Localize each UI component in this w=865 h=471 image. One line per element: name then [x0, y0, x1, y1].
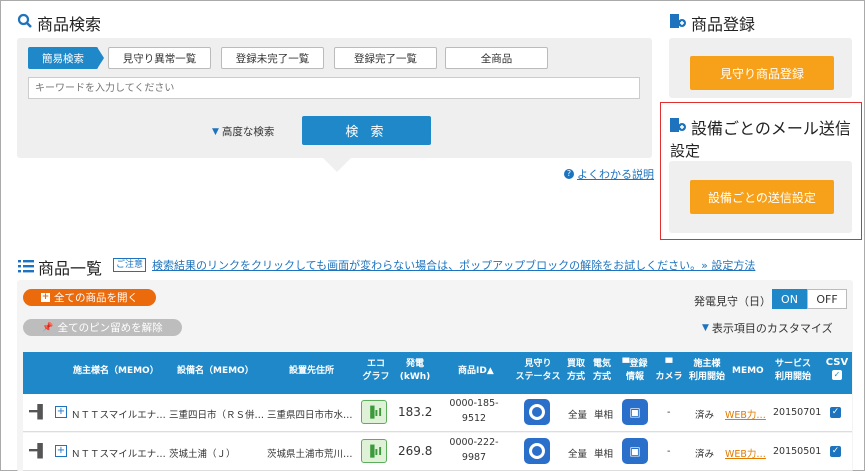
col-owner-use-start[interactable]: 施主様 利用開始 — [686, 358, 728, 384]
panel-pointer — [323, 158, 351, 172]
advanced-search-toggle[interactable]: ▼ 高度な検索 — [212, 124, 274, 139]
tab-watch-anomaly[interactable]: 見守り異常一覧 — [108, 47, 211, 69]
watch-product-register-button[interactable]: 見守り商品登録 — [690, 56, 834, 90]
product-id-cell[interactable]: 0000-185- 9512 — [449, 398, 499, 424]
generation-cell: 183.2 — [398, 405, 433, 419]
tab-all-products[interactable]: 全商品 — [445, 47, 548, 69]
buy-method-cell: 全量 — [568, 410, 588, 421]
owner-use-cell: 済み — [695, 410, 715, 421]
col-service-start[interactable]: サービス 利用開始 — [767, 358, 819, 384]
col-generation[interactable]: 発電 (kWh) — [397, 358, 433, 384]
col-owner[interactable]: 施主様名（MEMO） — [73, 365, 159, 378]
toggle-off[interactable]: OFF — [807, 289, 847, 309]
watch-status-icon[interactable] — [524, 438, 550, 464]
service-start-cell: 20150701 — [773, 407, 822, 418]
table-row[interactable]: ━▌ + ＮＴＴスマイルエナ… 茨城土浦（Ｊ） 茨城県土浦市荒川… ▐ıl 26… — [23, 433, 852, 471]
help-link[interactable]: ? よくわかる説明 — [564, 166, 654, 182]
buy-method-cell: 全量 — [568, 449, 588, 460]
per-equipment-send-settings-button[interactable]: 設備ごとの送信設定 — [690, 180, 834, 214]
chevron-down-icon: ▼ — [702, 323, 709, 333]
list-section-title: 商品一覧 — [18, 255, 102, 279]
location-cell: 三重県四日市市水… — [267, 410, 353, 421]
equipment-cell[interactable]: 茨城土浦（Ｊ） — [169, 446, 265, 460]
power-watch-label: 発電見守（日） — [694, 295, 771, 308]
eco-graph-icon[interactable]: ▐ıl — [361, 439, 387, 463]
question-icon: ? — [564, 169, 574, 179]
popup-block-notice-link[interactable]: 検索結果のリンクをクリックしても画面が変わらない場合は、ポップアップブロックの解… — [152, 257, 755, 273]
expand-icon[interactable]: + — [55, 406, 67, 418]
col-product-id[interactable]: 商品ID▲ — [458, 365, 494, 378]
owner-use-cell: 済み — [695, 449, 715, 460]
tab-registration-incomplete[interactable]: 登録未完了一覧 — [221, 47, 324, 69]
tab-simple-search[interactable]: 簡易検索 — [28, 47, 98, 69]
memo-cell[interactable]: WEB力… — [725, 407, 766, 421]
csv-checkbox[interactable]: ✓ — [830, 407, 841, 418]
col-camera: ▀ カメラ — [655, 359, 683, 382]
toggle-on[interactable]: ON — [772, 289, 807, 309]
list-icon — [18, 258, 34, 277]
col-watch-status[interactable]: 見守り ステータス — [512, 358, 564, 384]
csv-checkbox[interactable]: ✓ — [830, 446, 841, 457]
owner-cell[interactable]: ＮＴＴスマイルエナ… — [71, 446, 169, 460]
expand-icon[interactable]: + — [55, 445, 67, 457]
register-icon — [669, 13, 687, 33]
equipment-cell[interactable]: 三重四日市（ＲＳ併… — [169, 407, 265, 421]
notice-badge: ご注意 — [113, 258, 147, 272]
col-registration-info: ▀登録 情報 — [622, 359, 648, 382]
generation-cell: 269.8 — [398, 444, 433, 458]
table-row[interactable]: ━▌ + ＮＴＴスマイルエナ… 三重四日市（ＲＳ併… 三重県四日市市水… ▐ıl… — [23, 394, 852, 432]
search-icon — [17, 13, 33, 33]
pin-toggle-icon[interactable]: ━▌ — [29, 404, 48, 420]
col-buy-method[interactable]: 買取 方式 — [565, 358, 587, 384]
mail-section-title-cont: 設定 — [670, 142, 701, 160]
service-start-cell: 20150501 — [773, 446, 822, 457]
pin-toggle-icon[interactable]: ━▌ — [29, 443, 48, 459]
unpin-all-button[interactable]: 📌 全てのピン留めを解除 — [23, 319, 182, 336]
registration-info-icon[interactable]: ▣ — [622, 438, 648, 464]
mail-settings-icon — [669, 117, 687, 137]
location-cell: 茨城県土浦市荒川… — [267, 449, 353, 460]
col-eco-graph: エコ グラフ — [362, 359, 390, 382]
plus-icon: + — [41, 292, 50, 302]
tab-registration-complete[interactable]: 登録完了一覧 — [334, 47, 437, 69]
col-elec-method[interactable]: 電気 方式 — [591, 358, 613, 384]
product-id-cell[interactable]: 0000-222- 9987 — [449, 437, 499, 463]
camera-cell: - — [667, 407, 671, 418]
eco-graph-icon[interactable]: ▐ıl — [361, 400, 387, 424]
watch-status-icon[interactable] — [524, 399, 550, 425]
col-memo[interactable]: MEMO — [732, 365, 764, 378]
register-section-title: 商品登録 — [669, 11, 755, 35]
registration-info-icon[interactable]: ▣ — [622, 399, 648, 425]
col-location[interactable]: 設置先住所 — [289, 365, 334, 378]
pin-icon: 📌 — [42, 322, 54, 333]
owner-cell[interactable]: ＮＴＴスマイルエナ… — [71, 407, 169, 421]
memo-cell[interactable]: WEB力… — [725, 446, 766, 460]
customize-columns-link[interactable]: ▼ 表示項目のカスタマイズ — [702, 320, 833, 336]
elec-method-cell: 単相 — [594, 410, 614, 421]
open-all-products-button[interactable]: + 全ての商品を開く — [23, 289, 156, 306]
mail-section-title: 設備ごとのメール送信 — [669, 115, 851, 139]
search-section-title: 商品検索 — [17, 11, 101, 35]
elec-method-cell: 単相 — [594, 449, 614, 460]
keyword-input[interactable] — [28, 77, 640, 99]
camera-cell: - — [667, 446, 671, 457]
col-equipment[interactable]: 設備名（MEMO） — [177, 365, 254, 378]
tab-active-arrow — [97, 47, 104, 69]
col-csv[interactable]: CSV ✓ — [824, 356, 850, 382]
chevron-down-icon: ▼ — [212, 126, 219, 137]
search-button[interactable]: 検 索 — [302, 116, 431, 145]
